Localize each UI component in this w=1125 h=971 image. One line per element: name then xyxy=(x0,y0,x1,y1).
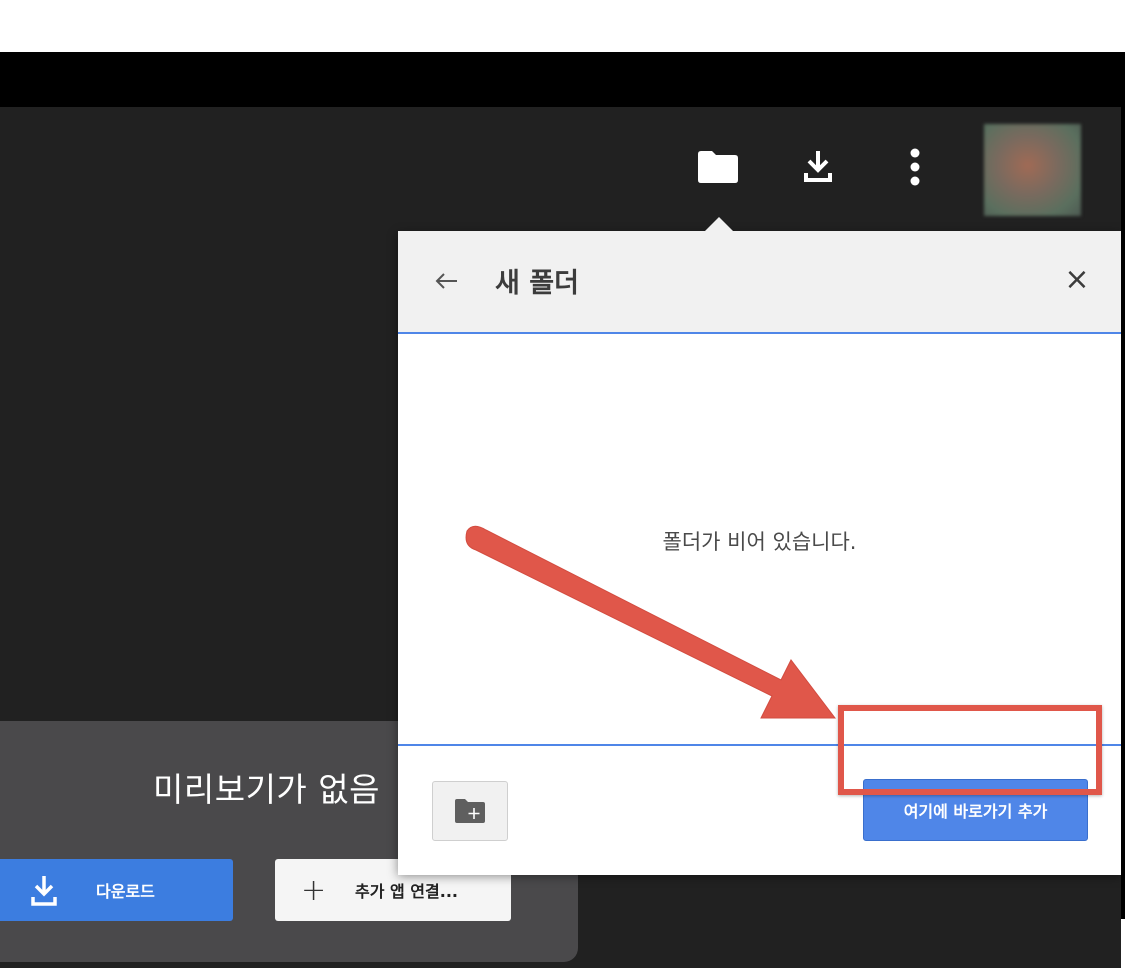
download-button[interactable]: 다운로드 xyxy=(0,859,233,921)
download-icon-glyph xyxy=(804,151,832,182)
close-icon[interactable]: × xyxy=(1062,263,1092,297)
back-arrow-glyph xyxy=(435,273,457,289)
plus-icon: + xyxy=(301,872,327,908)
more-vert-icon-glyph xyxy=(910,148,920,186)
avatar[interactable] xyxy=(984,124,1081,216)
download-icon[interactable] xyxy=(795,140,841,192)
annotation-highlight-box xyxy=(838,705,1102,795)
dialog-title: 새 폴더 xyxy=(495,268,579,299)
no-preview-text: 미리보기가 없음 xyxy=(152,770,380,809)
folder-icon[interactable] xyxy=(690,142,746,192)
connect-apps-label: 추가 앱 연결... xyxy=(355,882,458,901)
empty-folder-message: 폴더가 비어 있습니다. xyxy=(662,530,857,554)
dialog-caret xyxy=(704,217,734,232)
new-folder-icon xyxy=(455,799,485,823)
file-viewer: 미리보기가 없음 다운로드 + 추가 앱 연결... 새 폴더 × 폴더가 비어… xyxy=(0,107,1121,968)
download-icon xyxy=(31,876,57,906)
download-button-label: 다운로드 xyxy=(96,882,155,901)
dialog-header: 새 폴더 × xyxy=(398,231,1121,334)
folder-icon-glyph xyxy=(698,151,738,183)
more-vert-icon[interactable] xyxy=(900,142,930,192)
back-arrow-icon[interactable] xyxy=(428,261,464,301)
new-folder-button[interactable] xyxy=(432,781,508,841)
